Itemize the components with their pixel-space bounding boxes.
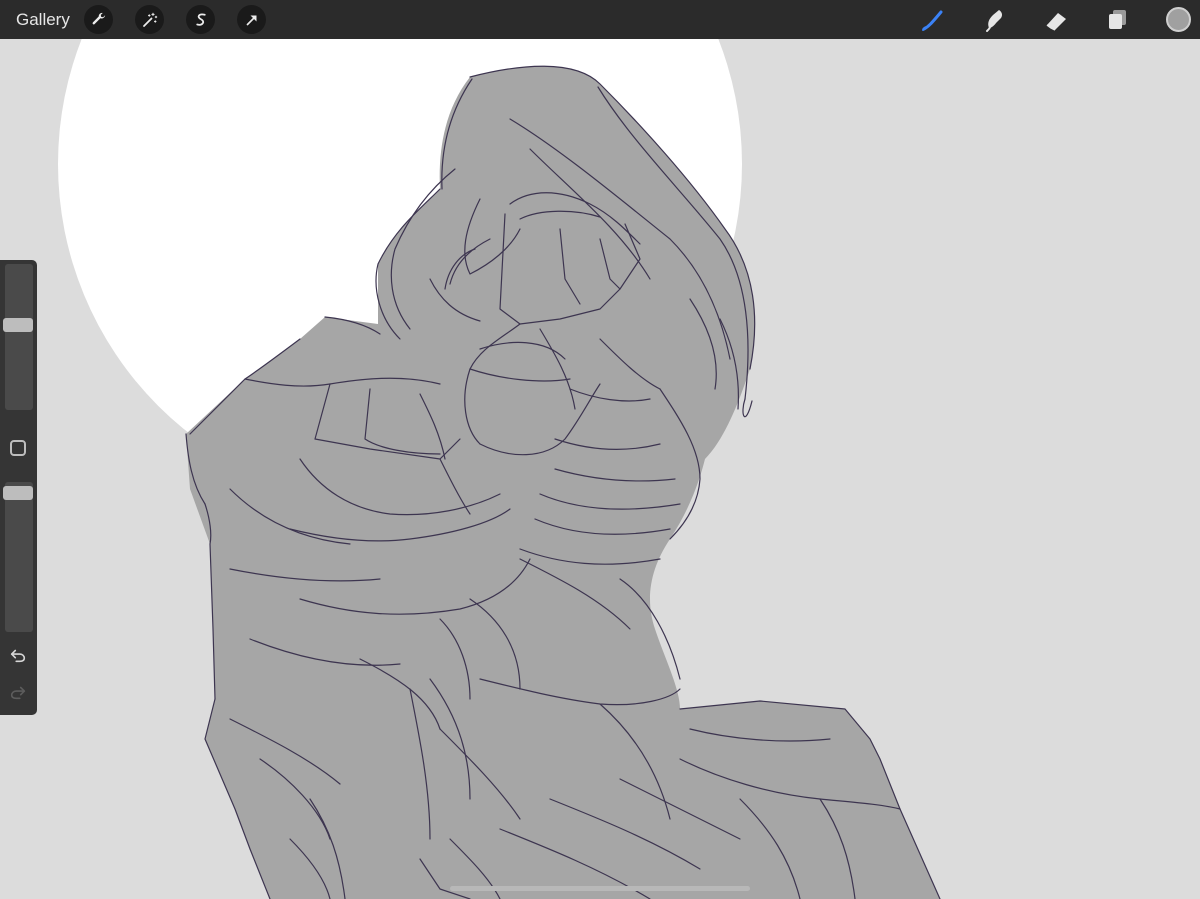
- gallery-button[interactable]: Gallery: [16, 10, 70, 30]
- brush-icon: [922, 10, 943, 31]
- actions-button[interactable]: [84, 5, 113, 34]
- eraser-icon: [1046, 13, 1066, 31]
- color-picker-button[interactable]: [1166, 7, 1191, 32]
- selection-button[interactable]: [186, 5, 215, 34]
- left-sidebar: [0, 260, 37, 715]
- redo-icon: [10, 686, 26, 700]
- transform-button[interactable]: [237, 5, 266, 34]
- artwork: [58, 39, 941, 899]
- top-toolbar: Gallery: [0, 0, 1200, 39]
- brush-size-slider[interactable]: [3, 264, 33, 410]
- opacity-thumb[interactable]: [3, 486, 33, 500]
- layers-tool[interactable]: [1101, 4, 1133, 36]
- modify-button[interactable]: [10, 440, 26, 456]
- drawing-canvas[interactable]: [0, 39, 1200, 899]
- magic-wand-icon: [142, 12, 157, 27]
- adjustments-button[interactable]: [135, 5, 164, 34]
- brush-size-thumb[interactable]: [3, 318, 33, 332]
- opacity-slider[interactable]: [3, 482, 33, 632]
- undo-icon: [10, 649, 26, 663]
- transform-arrow-icon: [246, 15, 256, 25]
- procreate-app: Gallery: [0, 0, 1200, 899]
- smudge-tool[interactable]: [978, 4, 1010, 36]
- wrench-icon: [92, 12, 105, 24]
- layers-icon: [1109, 10, 1126, 29]
- undo-button[interactable]: [8, 645, 28, 665]
- selection-icon: [195, 13, 206, 26]
- home-indicator[interactable]: [450, 886, 750, 891]
- redo-button[interactable]: [8, 682, 28, 702]
- smudge-icon: [986, 10, 1003, 32]
- eraser-tool[interactable]: [1040, 4, 1072, 36]
- brush-tool[interactable]: [917, 4, 949, 36]
